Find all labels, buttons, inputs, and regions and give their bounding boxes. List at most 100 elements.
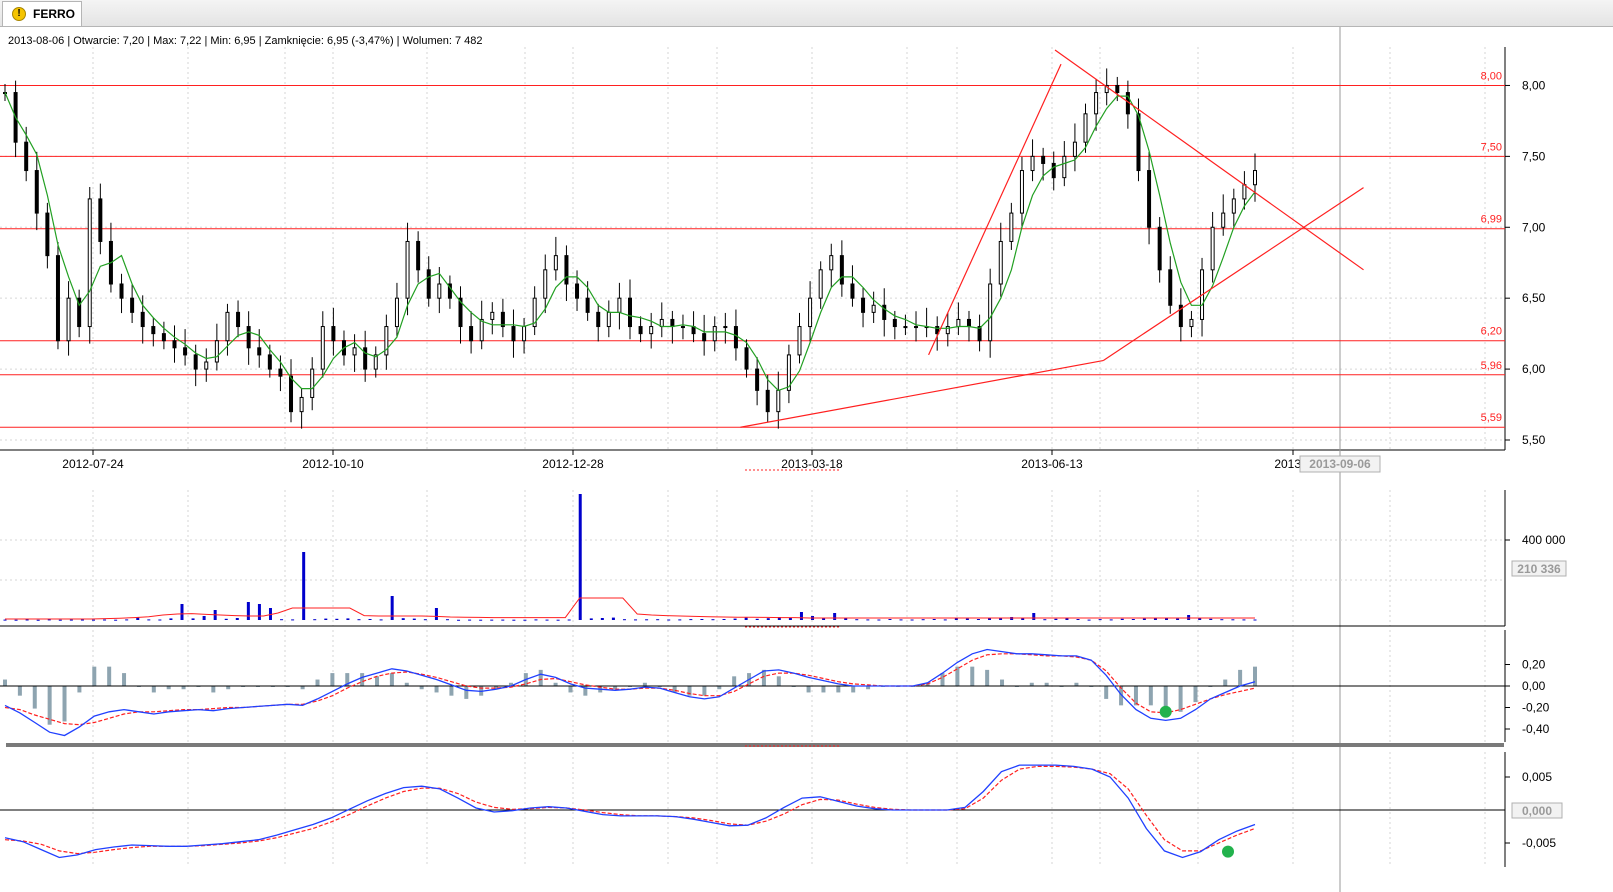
- level-label: 6,20: [1481, 326, 1502, 338]
- price-panel[interactable]: 8,00 7,50 6,99 6,20 5,96 5,59 8,00 7,50 7,00 6,5…: [0, 27, 1546, 892]
- candle-body: [437, 283, 442, 299]
- volume-bar: [357, 619, 361, 621]
- candle-body: [34, 170, 39, 214]
- candle-body: [966, 318, 971, 328]
- candle-body: [246, 326, 251, 349]
- candle-body: [193, 354, 198, 370]
- candle-body: [1147, 170, 1152, 228]
- oscillator-marker-label: 0,000: [1522, 804, 1552, 818]
- volume-bar: [47, 619, 51, 621]
- volume-bar: [611, 617, 615, 620]
- candle-body: [289, 375, 294, 413]
- volume-bar: [888, 619, 892, 620]
- candle-body: [1242, 184, 1247, 200]
- histogram-bar: [211, 686, 216, 693]
- volume-bar: [877, 619, 881, 621]
- volume-bar: [1242, 619, 1246, 621]
- oscillator-tick-label: 0,005: [1522, 770, 1552, 784]
- volume-bar: [1142, 618, 1146, 620]
- volume-bar: [468, 619, 472, 621]
- candle-body: [1157, 226, 1162, 271]
- histogram-bar: [1148, 686, 1153, 706]
- candle-body: [1072, 141, 1077, 157]
- candle-body: [320, 326, 325, 370]
- candle-body: [45, 212, 50, 257]
- histogram-bar: [970, 666, 975, 686]
- candle-body: [861, 297, 866, 313]
- volume-bar: [788, 618, 792, 620]
- histogram-bar: [1104, 686, 1109, 699]
- volume-bar: [169, 618, 173, 620]
- candle-body: [257, 347, 262, 356]
- volume-bar: [1176, 618, 1180, 620]
- volume-bar: [1253, 619, 1257, 621]
- volume-bar: [556, 619, 560, 621]
- volume-bar: [534, 619, 538, 621]
- level-label: 5,59: [1481, 412, 1502, 424]
- histogram-bar: [360, 673, 365, 686]
- volume-bar: [1043, 619, 1047, 621]
- level-label: 7,50: [1481, 141, 1502, 153]
- macd-tick-label: -0,20: [1522, 701, 1550, 715]
- volume-bar: [434, 608, 438, 620]
- candle-body: [183, 347, 188, 356]
- candle-body: [1136, 113, 1141, 172]
- volume-bar: [147, 619, 151, 621]
- histogram-bar: [1253, 666, 1257, 686]
- macd-panel[interactable]: 0,20 0,00 -0,20 -0,40: [0, 630, 1550, 747]
- volume-bar: [479, 619, 483, 621]
- candle-body: [1062, 155, 1067, 179]
- tab-ferro[interactable]: ! FERRO: [2, 1, 82, 26]
- histogram-bar: [3, 679, 7, 686]
- volume-bar: [921, 619, 925, 621]
- volume-bar: [69, 619, 73, 621]
- candle-body: [1094, 92, 1099, 115]
- candle-body: [712, 326, 717, 342]
- histogram-bar: [151, 686, 156, 693]
- oscillator-panel[interactable]: 0,005 -0,005 0,000: [0, 752, 1563, 867]
- volume-panel[interactable]: 400 000 210 336: [0, 490, 1567, 628]
- volume-bar: [401, 618, 405, 620]
- volume-bar: [932, 619, 936, 620]
- price-tick-label: 7,50: [1522, 149, 1546, 163]
- candle-body: [151, 326, 156, 335]
- candle-body: [988, 283, 993, 342]
- candle-body: [363, 347, 368, 370]
- volume-bar: [689, 619, 693, 621]
- histogram-bar: [1223, 679, 1228, 686]
- volume-bar: [799, 612, 803, 620]
- candle-body: [1009, 212, 1014, 242]
- volume-bar: [235, 618, 239, 620]
- chart-area[interactable]: 2013-08-06 | Otwarcie: 7,20 | Max: 7,22 …: [0, 27, 1613, 892]
- date-tick-label: 2012-07-24: [62, 457, 124, 471]
- candle-body: [352, 347, 357, 356]
- oscillator-line: [4, 764, 1256, 859]
- histogram-bar: [1133, 686, 1138, 706]
- volume-bar: [103, 619, 107, 621]
- volume-bar: [1220, 619, 1224, 621]
- volume-bar: [114, 619, 118, 621]
- macd-crossover-marker: [1159, 705, 1172, 718]
- histogram-bar: [1193, 686, 1198, 703]
- volume-bar: [125, 619, 129, 621]
- price-grid: [0, 47, 1505, 450]
- date-tick-label: 2012-10-10: [302, 457, 364, 471]
- volume-bar: [512, 619, 516, 621]
- volume-bar: [656, 619, 660, 621]
- volume-bar: [600, 618, 604, 620]
- candle-body: [310, 368, 315, 398]
- candle-body: [575, 283, 580, 299]
- candle-body: [87, 198, 92, 328]
- level-label: 6,99: [1481, 214, 1502, 226]
- candle-body: [130, 297, 135, 313]
- volume-bar: [379, 619, 383, 621]
- candle-body: [733, 326, 738, 349]
- candle-body: [161, 333, 166, 342]
- volume-bar: [1032, 613, 1036, 620]
- volume-bar: [36, 619, 40, 621]
- volume-bar: [722, 619, 726, 620]
- histogram-bar: [538, 669, 543, 686]
- candle-body: [1189, 318, 1194, 328]
- volume-bar: [523, 619, 527, 621]
- volume-bar: [490, 619, 494, 621]
